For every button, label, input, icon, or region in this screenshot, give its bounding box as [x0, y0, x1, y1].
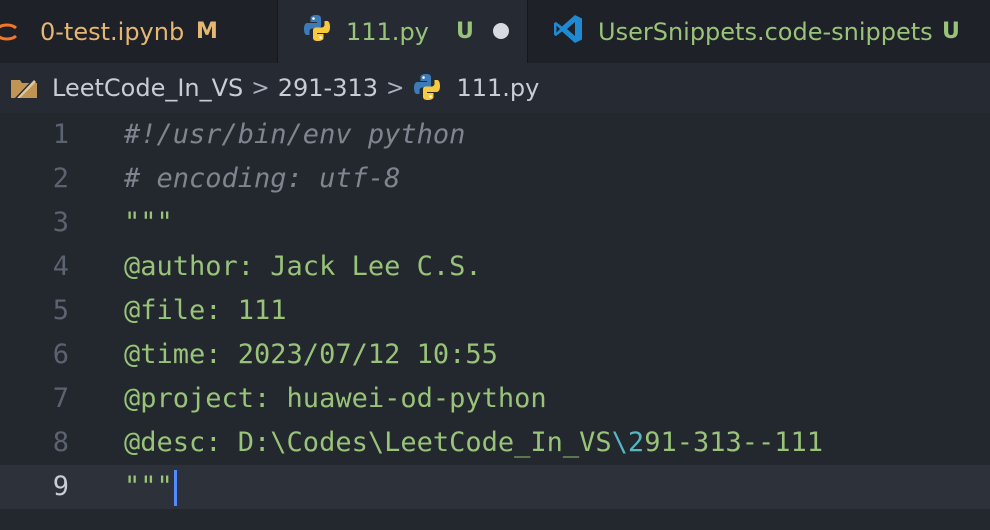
line-number: 5: [52, 295, 69, 326]
tab-status-badge: U: [456, 19, 474, 44]
code-line[interactable]: 8 @desc: D:\Codes\LeetCode_In_VS\291-313…: [0, 421, 990, 465]
tab-bar: 0-test.ipynb M 111.py U UserSnippets.cod…: [0, 0, 990, 63]
python-icon: [302, 13, 332, 49]
code-line[interactable]: 2 # encoding: utf-8: [0, 157, 990, 201]
line-number: 1: [52, 119, 69, 150]
code-text: #!/usr/bin/env python: [124, 119, 466, 150]
vscode-icon: [552, 13, 584, 51]
tab-label: 111.py: [346, 17, 429, 46]
line-number: 9: [52, 471, 69, 502]
code-line[interactable]: 3 """: [0, 201, 990, 245]
python-icon: [412, 72, 442, 108]
tab-0-test-ipynb[interactable]: 0-test.ipynb M: [0, 0, 278, 63]
line-number: 3: [52, 207, 69, 238]
line-number: 6: [52, 339, 69, 370]
code-text-part: """: [124, 471, 173, 502]
tab-label: 0-test.ipynb: [40, 17, 185, 46]
code-line[interactable]: 5 @file: 111: [0, 289, 990, 333]
tab-status-badge: U: [942, 19, 960, 44]
code-line-current[interactable]: 9 """: [0, 465, 990, 509]
code-text: # encoding: utf-8: [124, 163, 401, 194]
code-text: @project: huawei-od-python: [124, 383, 547, 414]
code-text-part: 91-313--111: [644, 427, 823, 458]
text-cursor: [173, 469, 177, 506]
code-line[interactable]: 4 @author: Jack Lee C.S.: [0, 245, 990, 289]
line-number: 7: [52, 383, 69, 414]
breadcrumb-separator-icon: >: [251, 75, 270, 101]
breadcrumb-item-folder[interactable]: LeetCode_In_VS: [52, 74, 243, 102]
line-number: 8: [52, 427, 69, 458]
jupyter-icon: [0, 16, 22, 54]
code-text: @desc: D:\Codes\LeetCode_In_VS\291-313--…: [124, 421, 823, 465]
code-text: @file: 111: [124, 295, 287, 326]
tab-usersnippets[interactable]: UserSnippets.code-snippets U: [528, 0, 990, 63]
folder-icon: [10, 76, 38, 100]
code-text: """: [124, 465, 177, 509]
breadcrumb-item-subfolder[interactable]: 291-313: [278, 74, 378, 102]
code-line[interactable]: 6 @time: 2023/07/12 10:55: [0, 333, 990, 377]
tab-label: UserSnippets.code-snippets: [598, 17, 933, 46]
line-number: 4: [52, 251, 69, 282]
code-line[interactable]: 7 @project: huawei-od-python: [0, 377, 990, 421]
unsaved-dot-icon[interactable]: [493, 23, 509, 39]
escape-sequence: \2: [611, 427, 645, 458]
code-text: @author: Jack Lee C.S.: [124, 251, 482, 282]
line-number: 2: [52, 163, 69, 194]
code-line[interactable]: 1 #!/usr/bin/env python: [0, 113, 990, 157]
breadcrumb-item-file[interactable]: 111.py: [456, 74, 539, 102]
code-text-part: @desc: D:\Codes\LeetCode_In_VS: [124, 427, 612, 458]
tab-111-py[interactable]: 111.py U: [278, 0, 528, 63]
breadcrumb-separator-icon: >: [386, 75, 405, 101]
tab-status-badge: M: [196, 19, 218, 44]
breadcrumb: LeetCode_In_VS > 291-313 > 111.py: [0, 63, 990, 113]
code-editor[interactable]: 1 #!/usr/bin/env python 2 # encoding: ut…: [0, 113, 990, 530]
code-text: @time: 2023/07/12 10:55: [124, 339, 498, 370]
code-text: """: [124, 207, 173, 238]
